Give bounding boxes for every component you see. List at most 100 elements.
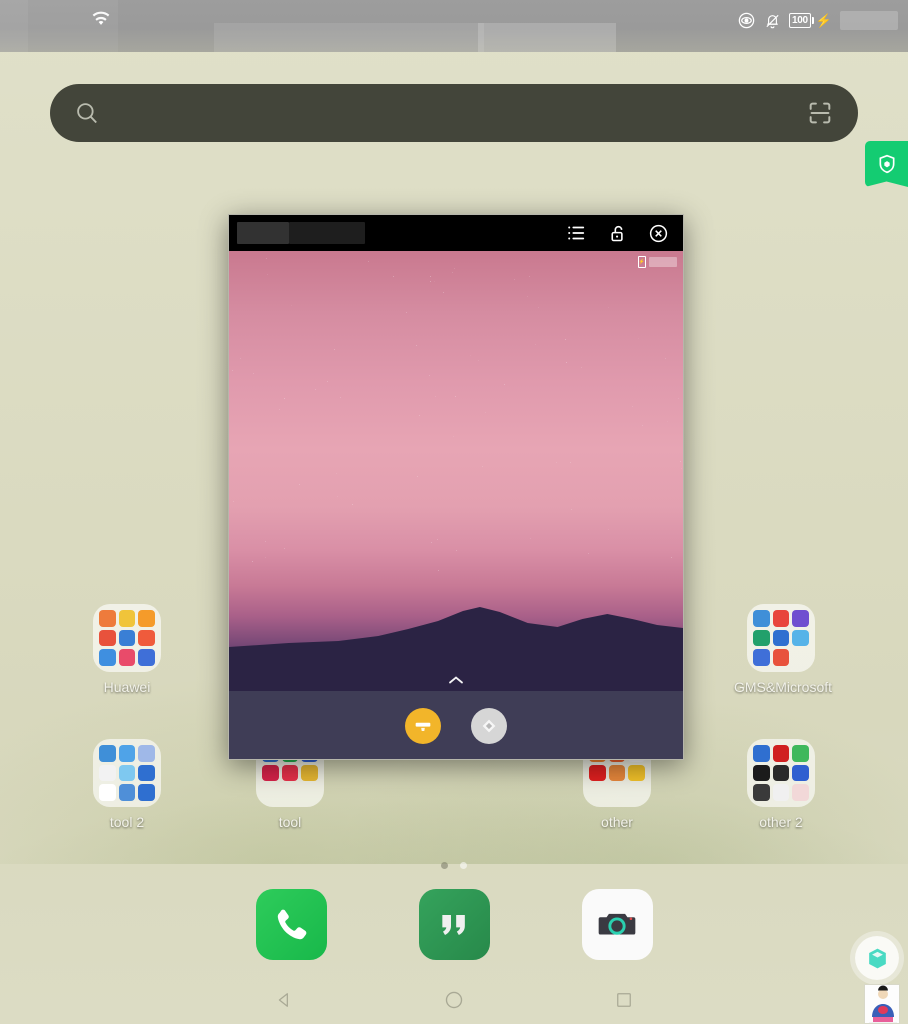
floating-window-mini-status: ⚡ [638,256,677,268]
folder-app-mini [301,764,318,782]
star [266,257,268,259]
floating-window-titlebar[interactable] [229,215,683,251]
star [469,354,471,356]
star [452,436,454,438]
search-input[interactable] [100,104,806,122]
star [503,383,505,385]
star [555,461,557,463]
security-shield-badge[interactable] [865,141,908,187]
folder-tile [93,604,161,672]
folder-app-mini [282,784,299,801]
nav-recents-button[interactable] [614,990,634,1010]
folder-app-mini [262,764,279,782]
folder-tile [747,604,815,672]
messages-icon-tile [418,889,490,960]
star [565,339,567,341]
star [418,415,420,417]
folder-app-mini [281,764,299,782]
sticker-widget[interactable] [864,984,900,1024]
star [588,552,589,554]
star [239,357,241,359]
folder-app-mini [772,764,790,782]
star [666,420,668,422]
star [581,367,583,369]
folder-app-mini [609,784,626,801]
page-dot-2[interactable] [460,862,467,869]
home-circle-icon [445,991,463,1009]
star [607,529,609,531]
folder-app-mini [772,745,790,762]
star [431,542,433,544]
folder-app-mini [99,764,116,782]
nav-back-button[interactable] [274,990,294,1010]
star [327,380,329,382]
star [299,484,301,486]
folder-app-mini [301,784,318,801]
star [637,338,639,340]
recents-square-icon [616,993,631,1007]
status-bar: 100 ⚡ [0,0,908,52]
star [352,503,354,505]
folder-tool-2[interactable]: tool 2 [80,739,174,830]
search-icon [77,103,97,124]
chevron-up-icon[interactable] [448,675,464,685]
dock-app-phone[interactable] [254,889,328,960]
unlock-padlock-icon[interactable] [607,223,628,244]
star [265,556,267,558]
folder-app-mini [118,745,136,762]
folder-label: GMS&Microsoft [734,679,833,695]
folder-app-mini [753,764,770,782]
folder-app-mini [138,649,155,666]
folder-gms-microsoft[interactable]: GMS&Microsoft [734,604,833,695]
star [283,547,285,549]
floating-window[interactable]: ⚡ [228,214,684,760]
folder-app-mini [772,610,790,627]
folder-app-mini [753,610,770,627]
folder-label: other [601,814,633,830]
folder-label: Huawei [103,679,151,695]
dock-app-messages[interactable] [417,889,491,960]
back-triangle-icon [279,993,289,1007]
star [367,260,369,262]
star [264,541,266,543]
search-bar[interactable] [50,84,858,142]
folder-huawei[interactable]: Huawei [80,604,174,695]
folder-app-mini [262,784,279,801]
star [284,397,286,399]
folder-app-mini [138,764,155,782]
folder-app-mini [589,784,606,801]
folder-app-mini [118,610,136,627]
star [434,395,436,397]
fw-dock-app-gray[interactable] [471,708,507,744]
scan-qr-icon[interactable] [806,99,834,127]
star [513,279,515,281]
star [437,538,439,540]
list-menu-icon[interactable] [565,222,587,244]
star [632,406,634,408]
close-circle-icon[interactable] [648,223,669,244]
nav-home-button[interactable] [443,989,465,1011]
star [664,358,666,360]
folder-app-mini [753,629,770,647]
status-blur-right [840,11,898,30]
star [232,500,234,502]
folder-app-mini [608,764,626,782]
dock-app-camera[interactable] [580,889,654,960]
star [340,397,342,399]
star [571,509,573,511]
folder-app-mini [138,610,155,627]
fw-dock-app-yellow[interactable] [405,708,441,744]
folder-tile [747,739,815,807]
star [392,276,394,278]
star [526,295,528,297]
star [528,276,530,278]
page-dot-1[interactable] [441,862,448,869]
star [454,268,456,270]
shield-icon [879,154,894,174]
star [455,395,457,397]
folder-other-2[interactable]: other 2 [734,739,828,830]
floating-window-content[interactable]: ⚡ [229,251,683,691]
assistant-floating-ball[interactable] [855,936,899,980]
cube-icon [868,948,886,968]
gray-diamond-app-icon [482,719,496,733]
